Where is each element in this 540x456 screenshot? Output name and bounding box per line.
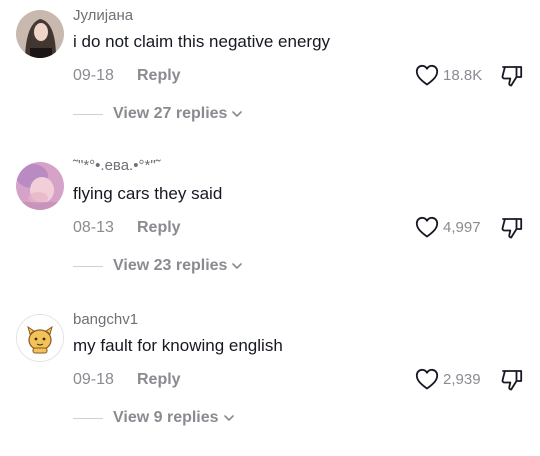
comment-username[interactable]: Јулијана — [73, 7, 133, 24]
comment-text: i do not claim this negative energy — [73, 32, 331, 51]
reply-button[interactable]: Reply — [137, 219, 181, 237]
avatar-image — [17, 315, 63, 361]
avatar[interactable] — [16, 314, 64, 362]
view-replies-button[interactable]: View 9 replies — [73, 409, 235, 427]
avatar[interactable] — [16, 162, 64, 210]
comment-date: 08-13 — [73, 219, 114, 236]
avatar-image — [16, 162, 64, 210]
view-replies-button[interactable]: View 23 replies — [73, 257, 243, 275]
heart-outline-icon — [415, 368, 439, 390]
view-replies-label: View 9 replies — [113, 409, 219, 426]
reply-button[interactable]: Reply — [137, 67, 181, 85]
dislike-button[interactable] — [500, 216, 524, 240]
comment-username[interactable]: ˜"*°•.ева.•°*"˜ — [73, 157, 161, 174]
thumbs-down-outline-icon — [501, 370, 523, 391]
comment-date: 09-18 — [73, 67, 114, 84]
comment-text: flying cars they said — [73, 184, 223, 203]
divider — [73, 113, 103, 115]
like-button[interactable]: 2,939 — [415, 368, 481, 390]
view-replies-button[interactable]: View 27 replies — [73, 105, 243, 123]
thumbs-down-outline-icon — [501, 218, 523, 239]
comment-item: ˜"*°•.ева.•°*"˜ flying cars they said 08… — [0, 152, 540, 304]
like-count: 18.8K — [443, 66, 483, 84]
comment-username[interactable]: bangchv1 — [73, 311, 138, 328]
divider — [73, 265, 103, 267]
like-count: 4,997 — [443, 218, 481, 236]
view-replies-label: View 23 replies — [113, 257, 228, 274]
comment-item: bangchv1 my fault for knowing english 09… — [0, 304, 540, 456]
dislike-button[interactable] — [500, 368, 524, 392]
like-button[interactable]: 4,997 — [415, 216, 481, 238]
dislike-button[interactable] — [500, 64, 524, 88]
chevron-down-icon — [232, 263, 243, 269]
comment-text: my fault for knowing english — [73, 336, 283, 355]
thumbs-down-outline-icon — [501, 66, 523, 87]
avatar-image — [16, 10, 64, 58]
like-count: 2,939 — [443, 370, 481, 388]
avatar[interactable] — [16, 10, 64, 58]
heart-outline-icon — [415, 216, 439, 238]
reply-button[interactable]: Reply — [137, 371, 181, 389]
chevron-down-icon — [223, 415, 234, 421]
chevron-down-icon — [232, 111, 243, 117]
comment-item: Јулијана i do not claim this negative en… — [0, 0, 540, 152]
like-button[interactable]: 18.8K — [415, 64, 482, 86]
heart-outline-icon — [415, 64, 439, 86]
view-replies-label: View 27 replies — [113, 105, 228, 122]
comment-date: 09-18 — [73, 371, 114, 388]
divider — [73, 417, 103, 419]
